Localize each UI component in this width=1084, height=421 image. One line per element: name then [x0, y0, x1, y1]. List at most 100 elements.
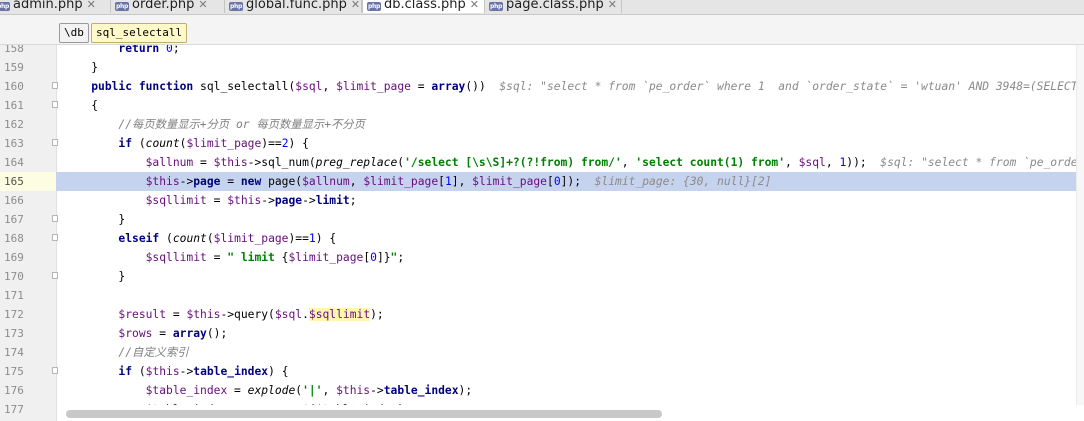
code-line[interactable]: 171: [0, 286, 1084, 305]
code-text: {: [64, 96, 1084, 115]
tab-page-class-php[interactable]: php page.class.php ✕: [485, 0, 622, 13]
current-code-line[interactable]: 165 $this->page = new page($allnum, $lim…: [0, 172, 1084, 191]
code-line[interactable]: 162 //每页数量显示+分页 or 每页数量显示+不分页: [0, 115, 1084, 134]
tab-order-php[interactable]: php order.php ✕: [111, 0, 225, 13]
code-line[interactable]: 163 if (count($limit_page)==2) {: [0, 134, 1084, 153]
fold-marker-icon[interactable]: [52, 215, 58, 222]
code-token: sql_selectall(: [193, 80, 296, 93]
code-token: if: [118, 365, 133, 378]
code-token: page: [274, 194, 303, 207]
code-text: //自定义索引: [64, 343, 1084, 362]
code-token: return: [118, 45, 160, 55]
code-text: }: [64, 267, 1084, 286]
code-line[interactable]: 169 $sqllimit = " limit {$limit_page[0]}…: [0, 248, 1084, 267]
code-editor[interactable]: 158 return 0; 159 } 160 public function sq…: [0, 45, 1084, 421]
code-token: [: [438, 175, 445, 188]
code-token: $table_index: [145, 384, 228, 397]
fold-marker-icon[interactable]: [52, 101, 58, 108]
line-number: 173: [4, 327, 24, 340]
code-token: =: [206, 194, 228, 207]
code-token: $this: [145, 365, 180, 378]
code-line[interactable]: 164 $allnum = $this->sql_num(preg_replac…: [0, 153, 1084, 172]
code-line[interactable]: 173 $rows = array();: [0, 324, 1084, 343]
code-token: }: [64, 61, 99, 74]
code-token: ;: [397, 251, 405, 264]
close-icon[interactable]: ✕: [351, 0, 360, 11]
code-line[interactable]: 159 }: [0, 58, 1084, 77]
code-text: return 0;: [64, 45, 1084, 58]
code-token: //每页数量显示+分页 or 每页数量显示+不分页: [118, 118, 365, 131]
code-token: (: [159, 232, 173, 245]
line-number: 161: [4, 99, 24, 112]
tab-db-class-php[interactable]: php db.class.php ✕: [362, 0, 485, 13]
code-text: }: [64, 58, 1084, 77]
fold-marker-icon[interactable]: [52, 139, 58, 146]
code-token: array: [431, 80, 466, 93]
code-line[interactable]: 176 $table_index = explode('|', $this->t…: [0, 381, 1084, 400]
code-line[interactable]: 174 //自定义索引: [0, 343, 1084, 362]
code-token: (: [132, 365, 146, 378]
breadcrumb-function[interactable]: sql_selectall: [91, 23, 188, 43]
code-token: 2: [281, 137, 289, 150]
code-token: $limit_page: [472, 175, 547, 188]
tab-global-func-php[interactable]: php global.func.php ✕: [225, 0, 362, 13]
code-token: limit: [315, 194, 350, 207]
code-token: $this: [336, 384, 371, 397]
close-icon[interactable]: ✕: [470, 0, 479, 11]
line-number: 159: [4, 61, 24, 74]
code-line[interactable]: 167 }: [0, 210, 1084, 229]
code-line[interactable]: 172 $result = $this->query($sql.$sqllimi…: [0, 305, 1084, 324]
close-icon[interactable]: ✕: [87, 0, 96, 11]
code-token: elseif: [118, 232, 160, 245]
code-token: $this: [145, 175, 180, 188]
code-token: }: [64, 270, 126, 283]
tab-label: db.class.php: [384, 0, 466, 12]
code-line[interactable]: 161 {: [0, 96, 1084, 115]
line-number: 172: [4, 308, 24, 321]
php-file-icon: php: [0, 2, 10, 11]
breadcrumb-namespace[interactable]: \db: [59, 23, 89, 43]
code-token: $sql: [274, 308, 303, 321]
code-line[interactable]: 160 public function sql_selectall($sql, …: [0, 77, 1084, 96]
fold-marker-icon[interactable]: [52, 234, 58, 241]
code-token: ->: [179, 365, 194, 378]
code-token: 1: [308, 232, 316, 245]
tab-admin-php[interactable]: phpadmin.php ✕: [0, 0, 111, 13]
close-icon[interactable]: ✕: [198, 0, 207, 11]
code-line[interactable]: 158 return 0;: [0, 45, 1084, 58]
code-token: ()): [465, 80, 493, 93]
code-token: ,: [349, 175, 364, 188]
code-token: $sql: [798, 156, 826, 169]
code-token: ]);: [560, 175, 582, 188]
code-token: ,: [621, 156, 636, 169]
code-token: if: [118, 137, 133, 150]
code-token: =: [220, 175, 241, 188]
line-number: 165: [0, 172, 56, 191]
fold-marker-icon[interactable]: [52, 82, 58, 89]
fold-marker-icon[interactable]: [52, 272, 58, 279]
code-token: =: [206, 251, 228, 264]
code-text: $rows = array();: [64, 324, 1084, 343]
close-icon[interactable]: ✕: [608, 0, 617, 11]
line-number: 177: [4, 403, 24, 416]
code-token: $rows: [118, 327, 153, 340]
line-number: 176: [4, 384, 24, 397]
php-file-icon: php: [115, 2, 129, 11]
code-line[interactable]: 168 elseif (count($limit_page)==1) {: [0, 229, 1084, 248]
fold-marker-icon[interactable]: [52, 367, 58, 374]
code-line[interactable]: 170 }: [0, 267, 1084, 286]
horizontal-scrollbar-thumb[interactable]: [66, 410, 662, 418]
code-line[interactable]: 166 $sqllimit = $this->page->limit;: [0, 191, 1084, 210]
code-token: preg_replace: [315, 156, 398, 169]
error-stripe: [1076, 45, 1084, 405]
code-token: $sqllimit: [308, 308, 371, 321]
code-token: ->: [302, 194, 316, 207]
code-line[interactable]: 175 if ($this->table_index) {: [0, 362, 1084, 381]
tab-label: page.class.php: [506, 0, 604, 12]
code-token: ;: [172, 45, 180, 55]
code-token: 1: [444, 175, 452, 188]
